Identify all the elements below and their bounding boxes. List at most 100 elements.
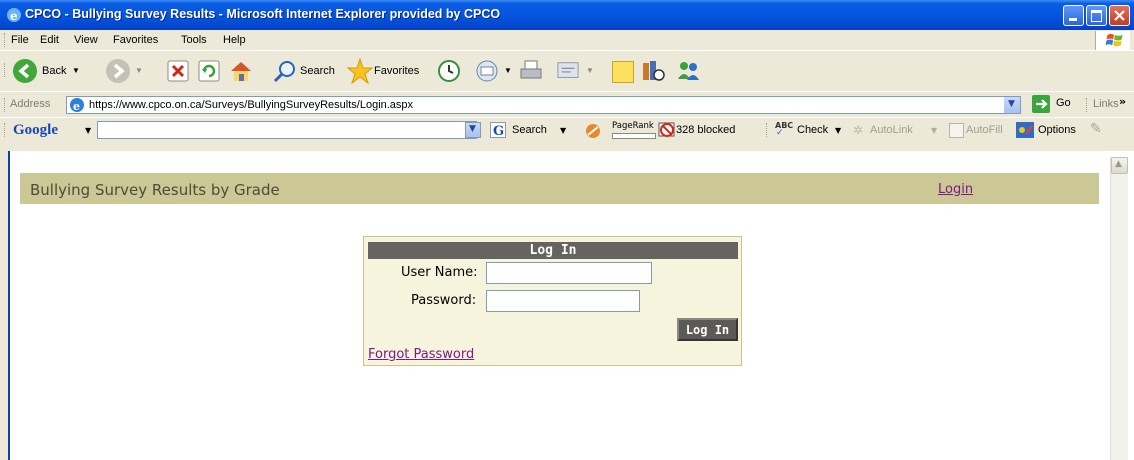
links-grip [1086, 98, 1090, 112]
login-link[interactable]: Login [938, 182, 973, 197]
refresh-button[interactable] [198, 56, 220, 86]
google-toolbar: Google ▼ ▼ G Search ▼ PageRank 328 block… [0, 118, 1134, 143]
forward-button[interactable]: ▼ [105, 56, 145, 86]
page-title: Bullying Survey Results by Grade [30, 181, 280, 199]
links-chevron-icon[interactable]: » [1119, 95, 1126, 108]
back-button[interactable]: Back ▼ [12, 56, 112, 86]
pencil-icon: ✎ [1090, 121, 1102, 137]
messenger-button[interactable] [676, 56, 702, 86]
google-search-dropdown[interactable]: ▼ [465, 122, 481, 138]
toolbar-grip [4, 63, 8, 77]
address-dropdown-button[interactable]: ▼ [1003, 97, 1020, 113]
google-menu-icon[interactable]: ▼ [85, 126, 91, 135]
pagerank-indicator[interactable]: PageRank [612, 121, 656, 139]
address-url: https://www.cpco.on.ca/Surveys/BullyingS… [89, 99, 414, 111]
autolink-dropdown-icon: ▼ [931, 126, 938, 135]
page-header: Bullying Survey Results by Grade Login [20, 173, 1099, 204]
close-button[interactable] [1109, 5, 1130, 26]
mail-dropdown-icon[interactable]: ▼ [504, 66, 512, 75]
chevron-up-icon: ▲ [1115, 159, 1122, 169]
autolink-button[interactable]: ✲ AutoLink ▼ [853, 121, 943, 139]
minimize-icon [1069, 18, 1077, 21]
go-arrow-icon [1032, 95, 1050, 113]
chevron-down-icon: ▼ [469, 124, 476, 134]
menu-tools[interactable]: Tools [181, 34, 207, 46]
password-input[interactable] [486, 290, 640, 312]
links-button[interactable]: Links [1093, 98, 1119, 110]
autofill-label: AutoFill [966, 124, 1003, 136]
forward-arrow-icon [106, 59, 130, 83]
stop-icon [167, 60, 189, 82]
menu-view[interactable]: View [74, 34, 98, 46]
menu-favorites[interactable]: Favorites [113, 34, 158, 46]
window-title: CPCO - Bullying Survey Results - Microso… [25, 7, 501, 21]
forgot-password-link[interactable]: Forgot Password [368, 347, 474, 362]
search-icon [273, 61, 295, 83]
history-icon [438, 60, 460, 82]
scroll-up-button[interactable]: ▲ [1111, 157, 1128, 174]
menu-edit[interactable]: Edit [40, 34, 59, 46]
page-icon: e [70, 98, 84, 113]
close-icon [1114, 10, 1125, 21]
menu-grip [4, 33, 8, 47]
note-icon [612, 61, 634, 83]
popup-blocker-button[interactable]: 328 blocked [658, 121, 758, 139]
favorites-button[interactable]: Favorites [347, 56, 429, 86]
options-icon [1016, 122, 1034, 138]
back-dropdown-icon[interactable]: ▼ [72, 66, 80, 75]
checkmark-icon: ✓ [776, 128, 784, 138]
menu-help[interactable]: Help [223, 34, 246, 46]
news-button[interactable] [584, 122, 602, 140]
google-g-icon: G [490, 122, 506, 138]
autofill-button[interactable]: AutoFill [949, 121, 1011, 139]
svg-text:G: G [493, 124, 504, 138]
research-button[interactable] [641, 56, 665, 86]
svg-text:e: e [10, 9, 18, 23]
menu-file[interactable]: File [11, 34, 29, 46]
refresh-icon [198, 60, 220, 82]
home-button[interactable] [229, 56, 255, 86]
search-button[interactable]: Search [273, 56, 341, 86]
google-search-button[interactable]: G Search ▼ [490, 120, 568, 140]
window-title-bar[interactable]: e CPCO - Bullying Survey Results - Micro… [0, 0, 1134, 30]
go-label: Go [1056, 97, 1071, 109]
address-bar: Address e https://www.cpco.on.ca/Surveys… [0, 93, 1134, 118]
windows-flag-icon [1105, 33, 1123, 47]
minimize-button[interactable] [1063, 5, 1084, 26]
back-arrow-icon [13, 59, 37, 83]
standard-toolbar: Back ▼ ▼ Search Favorites ▼ ▼ [0, 51, 1134, 92]
google-separator [766, 123, 770, 137]
spell-check-button[interactable]: ABC ✓ Check ▼ [775, 121, 843, 139]
search-label: Search [300, 65, 335, 77]
google-grip [4, 123, 8, 137]
discuss-button[interactable] [612, 56, 634, 86]
username-input[interactable] [486, 262, 652, 284]
news-icon [586, 124, 600, 138]
login-panel: Log In User Name: Password: Log In Forgo… [363, 236, 742, 366]
blocked-count: 328 blocked [676, 124, 736, 136]
history-button[interactable] [437, 56, 463, 86]
highlight-button[interactable]: ✎ [1090, 121, 1108, 139]
options-button[interactable]: Options [1016, 121, 1084, 139]
address-input[interactable]: e https://www.cpco.on.ca/Surveys/Bullyin… [66, 96, 1021, 114]
print-button[interactable] [519, 56, 543, 86]
mail-button[interactable]: ▼ [475, 56, 519, 86]
login-button[interactable]: Log In [677, 318, 738, 341]
edit-icon [557, 62, 579, 78]
window-left-border [0, 151, 10, 460]
check-dropdown-icon: ▼ [835, 126, 842, 135]
stop-button[interactable] [167, 56, 189, 86]
edit-button[interactable]: ▼ [556, 56, 600, 86]
pagerank-label: PageRank [612, 121, 654, 131]
google-search-input[interactable] [97, 121, 477, 139]
vertical-scrollbar[interactable]: ▲ [1110, 157, 1128, 460]
autofill-icon [949, 123, 964, 138]
forward-dropdown-icon[interactable]: ▼ [135, 66, 143, 75]
pagerank-bar [612, 133, 656, 139]
popup-blocked-icon [658, 122, 675, 137]
maximize-button[interactable] [1086, 5, 1107, 26]
search-dropdown-icon: ▼ [560, 126, 567, 135]
browser-chrome: File Edit View Favorites Tools Help Back… [0, 30, 1134, 151]
google-logo[interactable]: Google [13, 122, 58, 139]
edit-dropdown-icon[interactable]: ▼ [586, 66, 594, 75]
